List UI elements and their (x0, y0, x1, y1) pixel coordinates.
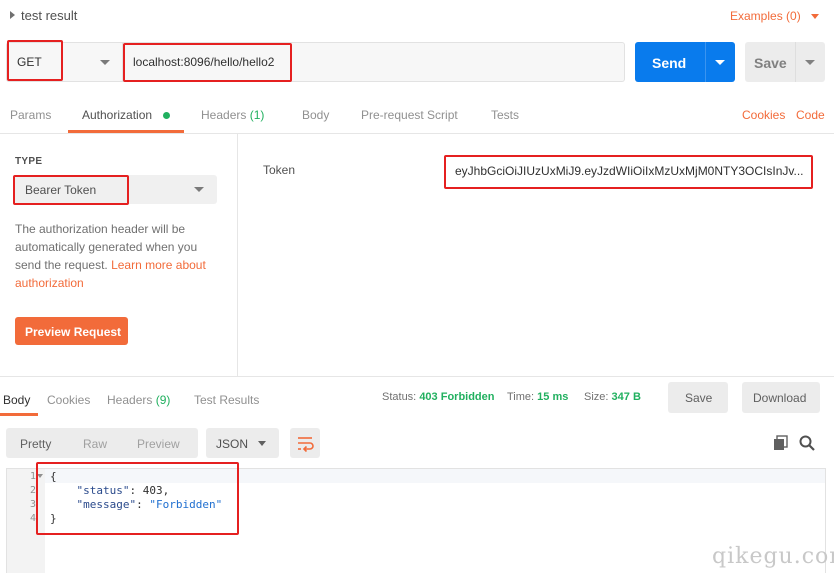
cookies-link[interactable]: Cookies (742, 108, 785, 122)
highlight-box (123, 43, 292, 82)
tab-response-body[interactable]: Body (3, 393, 30, 407)
watermark: qikegu.com (712, 544, 834, 569)
time-readout: Time: 15 ms (507, 391, 568, 403)
status-value: 403 Forbidden (419, 391, 495, 403)
chevron-down-icon[interactable] (100, 60, 110, 65)
copy-icon[interactable] (773, 435, 789, 451)
token-label: Token (263, 163, 296, 177)
line-number: 2 (29, 485, 36, 496)
auth-description: The authorization header will be automat… (15, 220, 215, 292)
active-tab-indicator (68, 130, 184, 133)
tab-tests[interactable]: Tests (491, 108, 519, 122)
tab-headers[interactable]: Headers (1) (201, 108, 264, 122)
highlight-box (444, 155, 813, 189)
preview-request-label: Preview Request (25, 325, 122, 339)
size-readout: Size: 347 B (584, 391, 641, 403)
request-title-bar (0, 0, 834, 32)
view-preview-button[interactable]: Preview (137, 437, 180, 451)
tab-response-headers-label: Headers (107, 393, 153, 407)
view-raw-button[interactable]: Raw (83, 437, 107, 451)
highlight-box (36, 462, 239, 535)
save-label: Save (754, 55, 787, 71)
active-dot-icon (163, 112, 170, 119)
tab-response-headers[interactable]: Headers (9) (107, 393, 170, 407)
tab-response-cookies[interactable]: Cookies (47, 393, 90, 407)
chevron-down-icon (258, 441, 266, 446)
wrap-lines-icon (298, 437, 314, 453)
tab-params[interactable]: Params (10, 108, 51, 122)
tab-pre-request-script[interactable]: Pre-request Script (361, 108, 458, 122)
chevron-down-icon[interactable] (811, 14, 819, 19)
line-number: 1 (29, 471, 36, 482)
search-icon[interactable] (798, 434, 816, 452)
size-label: Size: (584, 391, 609, 403)
type-label: TYPE (15, 156, 43, 167)
send-label: Send (652, 55, 687, 71)
format-value: JSON (216, 437, 249, 451)
chevron-down-icon (715, 60, 725, 65)
panel-divider (237, 134, 238, 376)
response-save-label: Save (685, 391, 713, 405)
chevron-down-icon (805, 60, 815, 65)
status-label: Status: (382, 391, 417, 403)
chevron-down-icon (194, 187, 204, 192)
highlight-box (7, 40, 63, 81)
examples-link[interactable]: Examples (0) (730, 9, 801, 23)
time-label: Time: (507, 391, 535, 403)
tab-body[interactable]: Body (302, 108, 329, 122)
expand-caret-icon[interactable] (10, 11, 15, 19)
tab-response-headers-count: (9) (155, 393, 171, 407)
code-link[interactable]: Code (796, 108, 825, 122)
wrap-lines-button[interactable] (290, 428, 320, 458)
tab-headers-label: Headers (201, 108, 247, 122)
tab-headers-count: (1) (249, 108, 265, 122)
section-divider (0, 376, 834, 377)
status-readout: Status: 403 Forbidden (382, 391, 495, 403)
tab-authorization[interactable]: Authorization (82, 108, 152, 122)
time-value: 15 ms (537, 391, 569, 403)
highlight-box (13, 175, 129, 205)
line-number: 4 (29, 513, 36, 524)
size-value: 347 B (611, 391, 641, 403)
line-number: 3 (29, 499, 36, 510)
request-title[interactable]: test result (21, 8, 77, 23)
active-tab-indicator (0, 413, 38, 416)
download-label: Download (753, 391, 807, 405)
tab-test-results[interactable]: Test Results (194, 393, 259, 407)
view-pretty-button[interactable]: Pretty (20, 437, 51, 451)
